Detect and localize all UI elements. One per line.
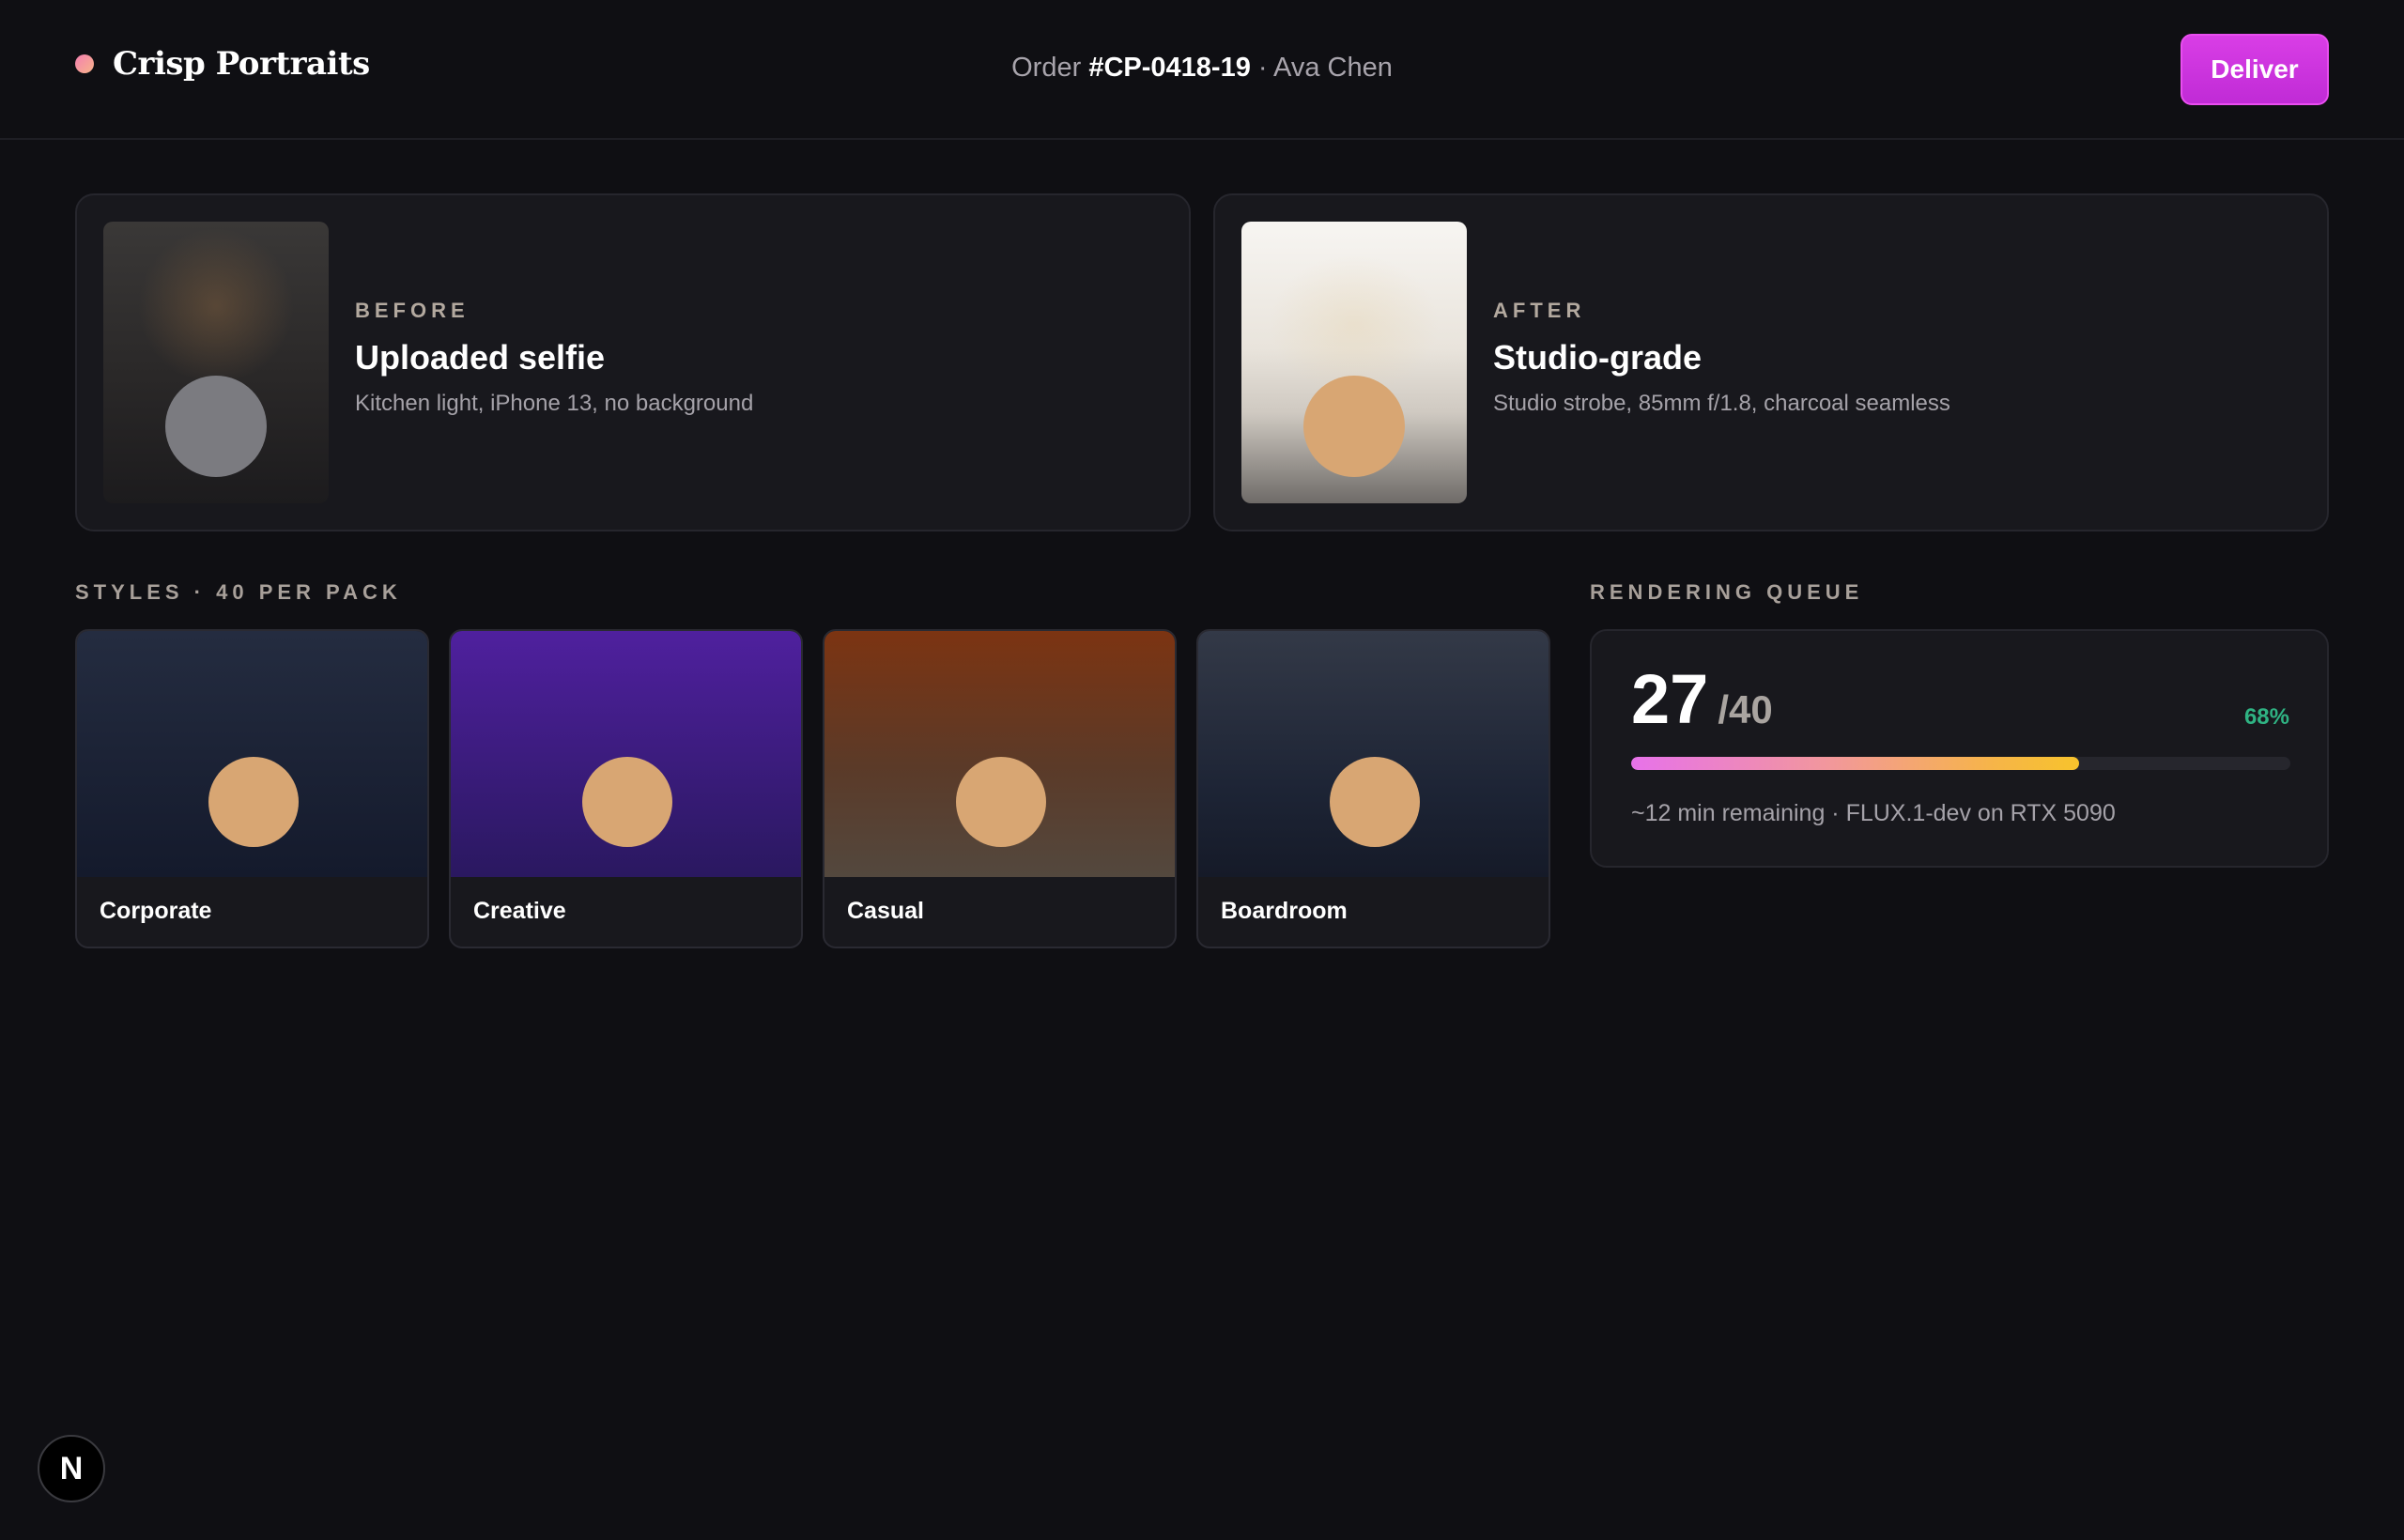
before-text: BEFORE Uploaded selfie Kitchen light, iP…	[355, 299, 753, 417]
style-tile-casual[interactable]: Casual	[823, 629, 1177, 948]
customer-name: Ava Chen	[1273, 53, 1393, 83]
before-photo	[103, 222, 329, 503]
after-eyebrow: AFTER	[1493, 299, 1586, 322]
face-placeholder	[956, 757, 1046, 847]
queue-total-count: /40	[1718, 687, 1773, 732]
queue-progress-fill	[1631, 757, 2080, 770]
face-placeholder	[1303, 376, 1405, 477]
before-title: Uploaded selfie	[355, 338, 606, 377]
face-placeholder	[582, 757, 672, 847]
queue-meta: ~12 min remaining · FLUX.1-dev on RTX 50…	[1631, 800, 2116, 826]
order-id: #CP-0418-19	[1088, 53, 1251, 83]
style-tile-corporate[interactable]: Corporate	[75, 629, 429, 948]
before-card: BEFORE Uploaded selfie Kitchen light, iP…	[75, 193, 1191, 531]
queue-done-count: 27	[1631, 660, 1709, 738]
face-placeholder	[1330, 757, 1420, 847]
face-placeholder	[208, 757, 299, 847]
face-placeholder	[165, 376, 267, 477]
order-prefix: Order	[1011, 53, 1082, 83]
style-tile-boardroom[interactable]: Boardroom	[1196, 629, 1550, 948]
queue-percent: 68%	[2243, 704, 2289, 730]
style-label: Corporate	[100, 898, 212, 924]
after-photo	[1241, 222, 1467, 503]
style-label: Boardroom	[1221, 898, 1348, 924]
style-label: Casual	[847, 898, 924, 924]
deliver-button[interactable]: Deliver	[2181, 34, 2329, 105]
before-subtitle: Kitchen light, iPhone 13, no background	[355, 391, 754, 416]
top-bar: Crisp Portraits Order #CP-0418-19 · Ava …	[0, 0, 2404, 140]
after-title: Studio-grade	[1493, 338, 1702, 377]
rendering-queue-panel: 27 /40 68% ~12 min remaining · FLUX.1-de…	[1590, 629, 2329, 868]
queue-count: 27 /40	[1631, 665, 1773, 734]
after-text: AFTER Studio-grade Studio strobe, 85mm f…	[1493, 299, 1950, 417]
dev-tools-badge-icon[interactable]: N	[38, 1435, 105, 1502]
style-label: Creative	[473, 898, 566, 924]
order-info: Order #CP-0418-19 · Ava Chen	[0, 53, 2404, 84]
before-eyebrow: BEFORE	[355, 299, 470, 322]
queue-progress-bar	[1631, 757, 2290, 770]
styles-section-label: STYLES · 40 PER PACK	[75, 580, 402, 604]
after-subtitle: Studio strobe, 85mm f/1.8, charcoal seam…	[1493, 391, 1950, 416]
style-tile-creative[interactable]: Creative	[449, 629, 803, 948]
after-card: AFTER Studio-grade Studio strobe, 85mm f…	[1213, 193, 2329, 531]
order-separator: ·	[1257, 53, 1268, 83]
queue-section-label: RENDERING QUEUE	[1590, 580, 1864, 604]
